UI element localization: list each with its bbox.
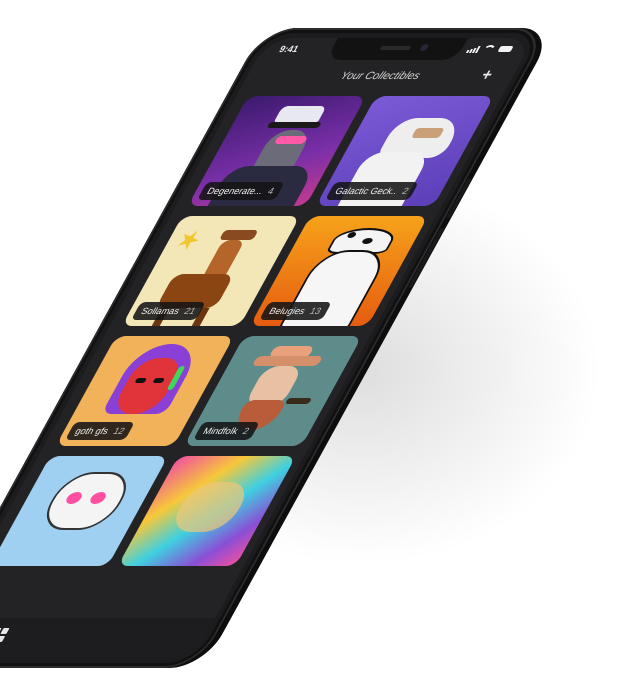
- sunglasses-art: [273, 136, 309, 144]
- collection-label: Galactic Geck.. 2: [325, 182, 419, 200]
- collection-count: 21: [182, 306, 198, 316]
- collection-name: goth gfs: [73, 426, 111, 436]
- star-art: [173, 227, 205, 253]
- collection-label: goth gfs 12: [65, 422, 135, 440]
- collection-name: Belugies: [267, 306, 308, 316]
- collection-label: Mindfolk 2: [193, 422, 260, 440]
- collection-name: Mindfolk: [201, 426, 241, 436]
- status-bar: 9:41: [275, 44, 515, 58]
- collection-count: 13: [307, 306, 324, 316]
- hat-brim-art: [251, 356, 324, 366]
- wifi-icon: [480, 45, 498, 53]
- collectibles-tab-icon[interactable]: [0, 628, 10, 642]
- hat-art: [219, 230, 259, 240]
- collection-label: Belugies 13: [259, 302, 332, 320]
- status-time: 9:41: [277, 44, 301, 54]
- phone-mockup: 9:41 Your Collectibles + Degenerate... 4…: [0, 0, 622, 668]
- pipe-art: [284, 398, 313, 404]
- collection-count: 12: [111, 426, 127, 436]
- collection-label: Sollamas 21: [131, 302, 206, 320]
- hat-brim-art: [266, 122, 322, 128]
- collection-name: Degenerate...: [205, 186, 266, 196]
- battery-icon: [497, 46, 514, 52]
- captain-hat-art: [273, 106, 327, 122]
- status-icons: [466, 45, 514, 53]
- page-title: Your Collectibles: [337, 70, 423, 82]
- dog-head-art: [35, 472, 138, 530]
- phone-body: 9:41 Your Collectibles + Degenerate... 4…: [0, 0, 580, 700]
- collection-name: Galactic Geck..: [333, 186, 400, 196]
- fluffy-dog-art: [166, 482, 254, 532]
- bottom-nav: $: [0, 618, 216, 658]
- collection-label: Degenerate... 4: [197, 182, 285, 200]
- signal-icon: [466, 45, 481, 53]
- collection-name: Sollamas: [139, 306, 182, 316]
